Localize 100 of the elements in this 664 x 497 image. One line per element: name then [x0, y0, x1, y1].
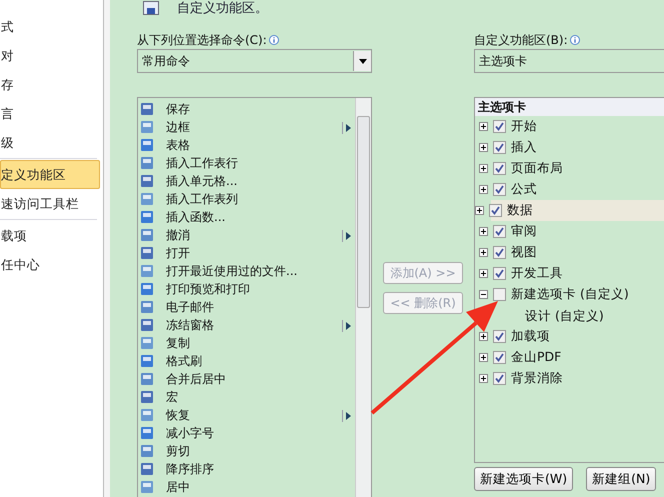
command-item[interactable]: 降序排序	[138, 460, 355, 478]
command-icon	[140, 444, 154, 458]
expand-icon[interactable]	[479, 353, 488, 362]
command-icon	[140, 210, 154, 224]
command-item[interactable]: 插入函数...	[138, 208, 355, 226]
command-item[interactable]: 恢复	[138, 406, 355, 424]
ribbon-tab-item[interactable]: 背景消除	[475, 368, 664, 389]
new-tab-button[interactable]: 新建选项卡(W)	[474, 467, 574, 491]
info-icon	[570, 35, 580, 45]
commands-dropdown[interactable]: 常用命令	[137, 49, 372, 73]
command-item[interactable]: 打开	[138, 244, 355, 262]
ribbon-tab-item[interactable]: 加载项	[475, 326, 664, 347]
checkbox[interactable]	[493, 162, 506, 175]
expand-icon[interactable]	[479, 185, 488, 194]
command-icon	[140, 192, 154, 206]
command-icon	[140, 102, 154, 116]
command-item[interactable]: 插入单元格...	[138, 172, 355, 190]
command-item[interactable]: 电子邮件	[138, 298, 355, 316]
checkbox[interactable]	[493, 246, 506, 259]
command-item[interactable]: 格式刷	[138, 352, 355, 370]
command-item[interactable]: 保存	[138, 100, 355, 118]
command-item[interactable]: 冻结窗格	[138, 316, 355, 334]
command-icon	[140, 462, 154, 476]
ribbon-tab-item[interactable]: 审阅	[475, 221, 664, 242]
expand-icon[interactable]	[479, 269, 488, 278]
info-icon	[268, 35, 279, 45]
expand-icon[interactable]	[479, 374, 488, 383]
command-item[interactable]: 剪切	[138, 442, 355, 460]
command-icon	[140, 372, 154, 386]
expand-icon[interactable]	[479, 122, 488, 131]
sidebar-item[interactable]: 速访问工具栏	[0, 189, 103, 218]
checkbox[interactable]	[493, 351, 506, 364]
group-item[interactable]: 设计 (自定义)	[525, 305, 604, 326]
checkbox[interactable]	[493, 267, 506, 280]
sidebar-item[interactable]: 言	[0, 99, 103, 128]
ribbon-tab-item[interactable]: 视图	[475, 242, 664, 263]
checkbox[interactable]	[493, 183, 506, 196]
field-label: 从下列位置选择命令(C):	[137, 32, 267, 48]
command-item[interactable]: 合并后居中	[138, 370, 355, 388]
checkbox[interactable]	[493, 288, 506, 301]
checkbox[interactable]	[493, 120, 506, 133]
command-item[interactable]: 减小字号	[138, 424, 355, 442]
command-item[interactable]: 复制	[138, 334, 355, 352]
expand-icon[interactable]	[475, 206, 484, 215]
command-icon	[140, 120, 154, 134]
field-label: 自定义功能区(B):	[474, 32, 568, 48]
ribbon-tab-item[interactable]: 开发工具	[475, 263, 664, 284]
sidebar-item[interactable]: 存	[0, 70, 103, 99]
ribbon-tab-item[interactable]: 插入	[475, 137, 664, 158]
sidebar-item[interactable]: 定义功能区	[0, 160, 100, 189]
command-item[interactable]: 边框	[138, 118, 355, 136]
vertical-scrollbar[interactable]	[355, 98, 371, 497]
command-icon	[140, 426, 154, 440]
command-icon	[140, 390, 154, 404]
command-icon	[140, 408, 154, 422]
command-icon	[140, 174, 154, 188]
expand-icon[interactable]	[479, 164, 488, 173]
command-icon	[140, 480, 154, 494]
command-icon	[140, 300, 154, 314]
command-item[interactable]: 打印预览和打印	[138, 280, 355, 298]
command-icon	[140, 264, 154, 278]
ribbon-tab-item[interactable]: 新建选项卡 (自定义)	[475, 284, 664, 305]
checkbox[interactable]	[489, 204, 502, 217]
checkbox[interactable]	[493, 225, 506, 238]
command-item[interactable]: 撤消	[138, 226, 355, 244]
command-icon	[140, 318, 154, 332]
expand-icon[interactable]	[479, 143, 488, 152]
sidebar-item[interactable]: 级	[0, 128, 103, 157]
command-icon	[140, 246, 154, 260]
command-item[interactable]: 插入工作表列	[138, 190, 355, 208]
sidebar-item[interactable]: 式	[0, 12, 103, 41]
command-icon	[140, 336, 154, 350]
command-item[interactable]: 居中	[138, 478, 355, 496]
ribbon-tab-item[interactable]: 开始	[475, 116, 664, 137]
expand-icon[interactable]	[479, 227, 488, 236]
command-item[interactable]: 打开最近使用过的文件...	[138, 262, 355, 280]
command-item[interactable]: 插入工作表行	[138, 154, 355, 172]
sidebar-item[interactable]: 任中心	[0, 250, 103, 279]
ribbon-dropdown[interactable]: 主选项卡	[474, 49, 664, 73]
sidebar-item[interactable]: 对	[0, 41, 103, 70]
ribbon-tab-item[interactable]: 金山PDF	[475, 347, 664, 368]
command-icon	[140, 228, 154, 242]
checkbox[interactable]	[493, 372, 506, 385]
command-item[interactable]: 宏	[138, 388, 355, 406]
sidebar-item[interactable]: 载项	[0, 221, 103, 250]
checkbox[interactable]	[493, 141, 506, 154]
tree-header: 主选项卡	[475, 98, 664, 116]
command-icon	[140, 138, 154, 152]
command-icon	[140, 354, 154, 368]
ribbon-tab-item[interactable]: 公式	[475, 179, 664, 200]
command-item[interactable]: 表格	[138, 136, 355, 154]
expand-icon[interactable]	[479, 332, 488, 341]
checkbox[interactable]	[493, 330, 506, 343]
section-description: 自定义功能区。	[177, 0, 268, 17]
new-group-button[interactable]: 新建组(N)	[586, 467, 656, 491]
collapse-icon[interactable]	[479, 290, 488, 299]
command-icon	[140, 282, 154, 296]
ribbon-tab-item[interactable]: 页面布局	[475, 158, 664, 179]
command-icon	[140, 156, 154, 170]
expand-icon[interactable]	[479, 248, 488, 257]
